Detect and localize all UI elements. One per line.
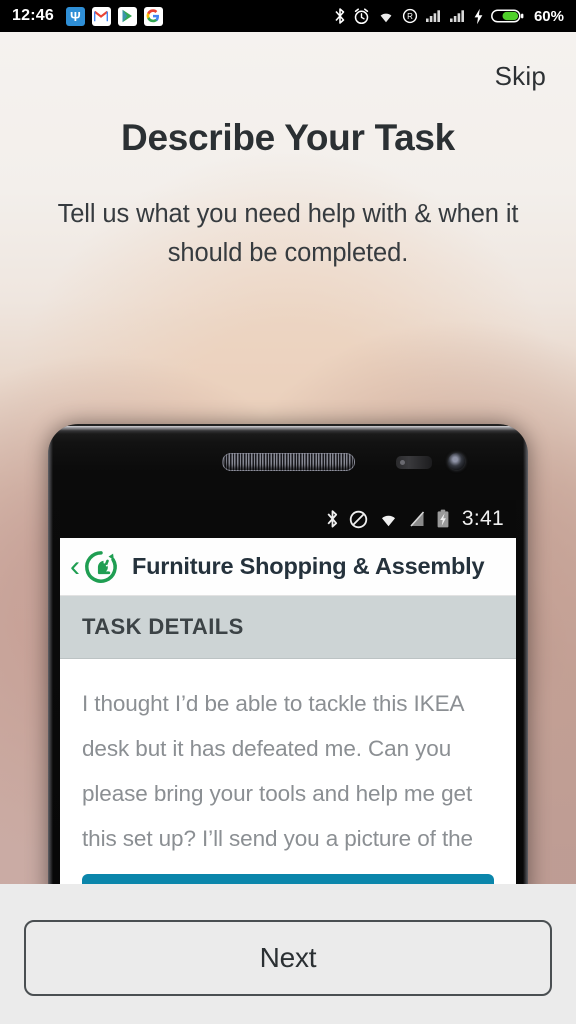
phone-top-highlight <box>56 426 520 434</box>
r-badge-icon: R <box>402 8 418 24</box>
app-screen: 12:46 Ψ R 60% Skip Describe Your Task Te… <box>0 0 576 1024</box>
status-bar-clock: 12:46 <box>12 7 54 24</box>
do-not-disturb-icon <box>349 510 368 528</box>
page-title: Describe Your Task <box>121 117 455 158</box>
front-camera-icon <box>448 453 465 470</box>
task-description-text: I thought I’d be able to tackle this IKE… <box>82 691 476 896</box>
footer-bar: Next <box>0 884 576 1024</box>
phone-screen: 3:41 ‹ Furniture Shopping & Assembly TAS… <box>60 500 516 900</box>
status-bar-system-icons: R 60% <box>334 7 564 25</box>
signal-2-icon <box>449 10 464 22</box>
usb-icon: Ψ <box>65 6 85 26</box>
svg-text:R: R <box>407 12 413 21</box>
app-header-title: Furniture Shopping & Assembly <box>132 553 485 579</box>
preview-status-bar: 3:41 <box>60 500 516 538</box>
status-bar-notification-icons: Ψ <box>65 6 163 26</box>
battery-percent-label: 60% <box>533 7 564 25</box>
taskrabbit-logo-icon <box>85 550 117 583</box>
section-header-task-details: TASK DETAILS <box>60 596 516 659</box>
bluetooth-icon <box>327 510 338 528</box>
app-header: ‹ Furniture Shopping & Assembly <box>60 538 516 596</box>
signal-1-icon <box>425 10 440 22</box>
sensor-dot-icon <box>400 460 405 465</box>
wifi-icon <box>380 13 392 22</box>
google-icon <box>143 6 163 26</box>
alarm-icon <box>354 7 369 24</box>
no-signal-icon <box>410 511 425 527</box>
gmail-icon <box>91 6 111 26</box>
preview-clock: 3:41 <box>461 507 504 530</box>
next-button[interactable]: Next <box>24 920 552 996</box>
bluetooth-icon <box>335 8 345 24</box>
page-subtitle: Tell us what you need help with & when i… <box>57 200 519 267</box>
battery-icon <box>491 9 524 23</box>
proximity-sensor-icon <box>396 456 432 469</box>
skip-button[interactable]: Skip <box>495 61 546 92</box>
phone-right-edge <box>523 430 528 900</box>
earpiece-speaker-icon <box>222 453 355 471</box>
section-header-label: TASK DETAILS <box>82 614 244 639</box>
phone-left-edge <box>48 430 53 900</box>
charging-battery-icon <box>437 509 449 528</box>
back-chevron-icon[interactable]: ‹ <box>70 551 80 582</box>
play-store-icon <box>117 6 137 26</box>
os-status-bar: 12:46 Ψ R 60% <box>0 0 576 32</box>
phone-mockup: 3:41 ‹ Furniture Shopping & Assembly TAS… <box>48 424 528 900</box>
wifi-icon <box>381 515 395 526</box>
charging-bolt-icon <box>474 8 483 24</box>
phone-body: 3:41 ‹ Furniture Shopping & Assembly TAS… <box>48 424 528 900</box>
